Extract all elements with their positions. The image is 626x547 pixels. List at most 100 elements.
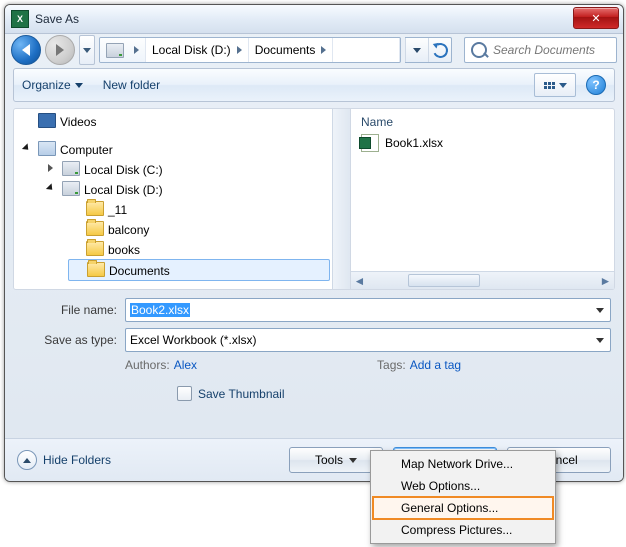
tree-label: Local Disk (C:) [84, 163, 163, 177]
caret-down-icon [413, 48, 421, 53]
chevron-right-icon [237, 46, 242, 54]
file-list[interactable]: Name Book1.xlsx ◄ ► [351, 108, 615, 290]
view-icon [544, 82, 555, 89]
tree-spacer [20, 131, 350, 139]
tree-item-drive-d[interactable]: Local Disk (D:) _11 balcony books Docume… [44, 179, 350, 285]
chevron-right-icon [134, 46, 139, 54]
expand-icon[interactable] [22, 143, 31, 152]
tree-label: Videos [60, 115, 96, 129]
folder-icon [86, 201, 104, 216]
tree-item-folder[interactable]: _11 [68, 199, 350, 219]
titlebar: X Save As ✕ [5, 5, 623, 34]
breadcrumb-drive-label: Local Disk (D:) [152, 43, 231, 57]
close-icon: ✕ [591, 12, 600, 25]
tree-label: Local Disk (D:) [84, 183, 163, 197]
drive-icon [106, 43, 124, 58]
tags-field[interactable]: Tags: Add a tag [377, 358, 461, 372]
nav-row: Local Disk (D:) Documents Search Documen… [5, 34, 623, 66]
tree-item-documents[interactable]: Documents [68, 259, 330, 281]
drive-icon [62, 181, 80, 196]
tree-item-drive-c[interactable]: Local Disk (C:) [44, 159, 350, 179]
authors-field[interactable]: Authors: Alex [125, 358, 197, 372]
search-icon [471, 42, 487, 58]
tree-label: Computer [60, 143, 113, 157]
search-placeholder: Search Documents [493, 43, 595, 57]
chevron-right-icon [321, 46, 326, 54]
refresh-icon [430, 40, 449, 59]
horizontal-scrollbar[interactable]: ◄ ► [351, 271, 614, 289]
menu-item-compress-pictures[interactable]: Compress Pictures... [373, 519, 553, 541]
breadcrumb-folder-label: Documents [255, 43, 316, 57]
new-folder-button[interactable]: New folder [103, 78, 160, 92]
scroll-right-button[interactable]: ► [597, 272, 614, 289]
save-type-label: Save as type: [17, 333, 125, 347]
save-thumbnail-label: Save Thumbnail [198, 387, 285, 401]
toolbar: Organize New folder ? [13, 68, 615, 102]
scroll-left-button[interactable]: ◄ [351, 272, 368, 289]
folder-tree[interactable]: Videos Computer Local Disk (C:) Local Di… [13, 108, 351, 290]
caret-down-icon [83, 48, 91, 53]
hide-folders-label: Hide Folders [43, 453, 111, 467]
address-dropdown[interactable] [405, 38, 428, 62]
menu-item-map-drive[interactable]: Map Network Drive... [373, 453, 553, 475]
folder-icon [86, 221, 104, 236]
caret-down-icon [559, 83, 567, 88]
save-thumbnail-checkbox[interactable]: Save Thumbnail [177, 386, 611, 401]
caret-down-icon [75, 83, 83, 88]
save-form: File name: Book2.xlsx Save as type: Exce… [17, 298, 611, 401]
folder-icon [87, 262, 105, 277]
search-input[interactable]: Search Documents [464, 37, 617, 63]
tags-label: Tags: [377, 358, 406, 372]
breadcrumb-drive[interactable]: Local Disk (D:) [146, 38, 249, 62]
tree-label: balcony [108, 223, 149, 237]
organize-button[interactable]: Organize [22, 78, 83, 92]
authors-value: Alex [174, 358, 197, 372]
excel-file-icon [361, 134, 379, 152]
breadcrumb[interactable]: Local Disk (D:) Documents [99, 37, 401, 63]
view-mode-button[interactable] [534, 73, 576, 97]
history-dropdown[interactable] [79, 35, 95, 65]
tools-menu: Map Network Drive... Web Options... Gene… [370, 450, 556, 544]
hide-folders-button[interactable]: Hide Folders [17, 450, 111, 470]
file-name: Book1.xlsx [385, 136, 443, 150]
drive-icon [62, 161, 80, 176]
help-button[interactable]: ? [586, 75, 606, 95]
caret-down-icon [349, 458, 357, 463]
file-name-input[interactable]: Book2.xlsx [125, 298, 611, 322]
tree-item-folder[interactable]: balcony [68, 219, 350, 239]
tree-item-computer[interactable]: Computer Local Disk (C:) Local Disk (D:)… [20, 139, 350, 289]
file-name-value: Book2.xlsx [130, 303, 190, 317]
breadcrumb-root[interactable] [100, 38, 146, 62]
tags-value: Add a tag [410, 358, 461, 372]
expand-icon[interactable] [46, 183, 55, 192]
organize-label: Organize [22, 78, 71, 92]
expand-icon[interactable] [48, 164, 53, 172]
scroll-thumb[interactable] [408, 274, 480, 287]
column-header-name[interactable]: Name [357, 113, 608, 131]
menu-item-web-options[interactable]: Web Options... [373, 475, 553, 497]
list-item[interactable]: Book1.xlsx [357, 131, 608, 155]
checkbox-icon [177, 386, 192, 401]
tools-button[interactable]: Tools [289, 447, 383, 473]
arrow-right-icon [56, 44, 64, 56]
menu-item-general-options[interactable]: General Options... [373, 497, 553, 519]
chevron-up-icon [17, 450, 37, 470]
save-type-select[interactable]: Excel Workbook (*.xlsx) [125, 328, 611, 352]
computer-icon [38, 141, 56, 156]
forward-button[interactable] [45, 35, 75, 65]
tree-label: Documents [109, 264, 170, 278]
authors-label: Authors: [125, 358, 170, 372]
close-button[interactable]: ✕ [573, 7, 619, 29]
file-name-label: File name: [17, 303, 125, 317]
tools-label: Tools [315, 453, 343, 467]
save-type-value: Excel Workbook (*.xlsx) [130, 333, 256, 347]
video-icon [38, 113, 56, 128]
tree-item-folder[interactable]: books [68, 239, 350, 259]
tree-item-videos[interactable]: Videos [20, 111, 350, 131]
refresh-button[interactable] [428, 38, 451, 62]
tree-label: books [108, 243, 140, 257]
breadcrumb-folder[interactable]: Documents [249, 38, 334, 62]
tree-label: _11 [108, 203, 127, 217]
back-button[interactable] [11, 35, 41, 65]
save-as-dialog: X Save As ✕ Local Disk (D:) Documents [4, 4, 624, 482]
